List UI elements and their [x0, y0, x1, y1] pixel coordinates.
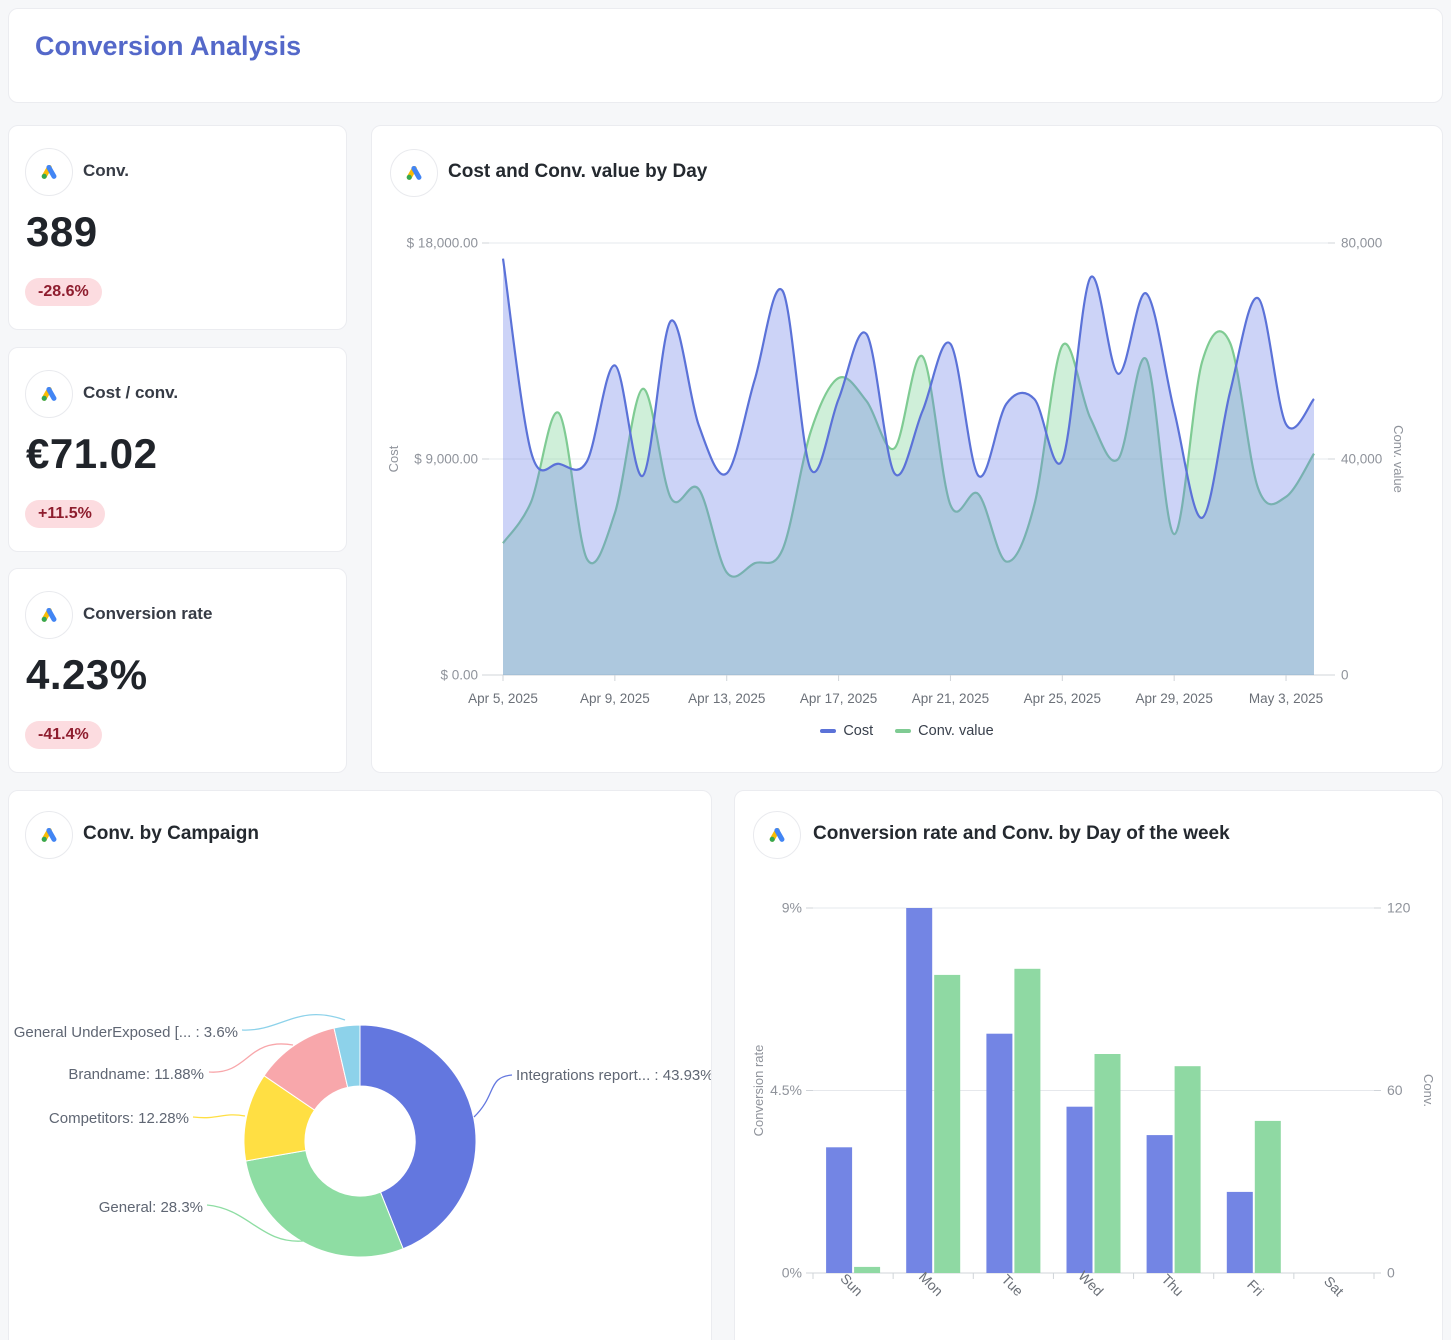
- google-ads-icon: [25, 148, 73, 196]
- legend-item-cost[interactable]: Cost: [820, 723, 873, 739]
- cost-conv-value-by-day-card: Cost and Conv. value by Day $ 0.00 $ 9,00…: [371, 125, 1443, 773]
- kpi-label: Conv.: [83, 161, 129, 181]
- y-left-tick-label: $ 0.00: [440, 668, 478, 683]
- kpi-card-cost-per-conv: Cost / conv. €71.02 +11.5%: [8, 347, 347, 552]
- chart-title: Conv. by Campaign: [83, 823, 259, 845]
- chart-title: Conversion rate and Conv. by Day of the …: [813, 823, 1230, 845]
- y-left-tick-label: $ 9,000.00: [414, 452, 478, 467]
- kpi-value: 389: [26, 208, 98, 256]
- y-left-axis-name: Cost: [386, 445, 401, 472]
- y-right-tick-label: 120: [1387, 900, 1411, 916]
- google-ads-logo: [36, 159, 62, 185]
- legend-marker: [820, 729, 836, 733]
- bar-conversion-rate-fri[interactable]: [1227, 1192, 1253, 1273]
- bar-conversion-rate-sun[interactable]: [826, 1147, 852, 1273]
- bar-conv-fri[interactable]: [1255, 1121, 1281, 1273]
- pie-label-competitors: Competitors: 12.28%: [49, 1110, 189, 1127]
- pie-label-general: General: 28.3%: [99, 1199, 203, 1216]
- google-ads-logo: [36, 602, 62, 628]
- legend-label: Cost: [843, 723, 873, 739]
- bar-conversion-rate-thu[interactable]: [1147, 1135, 1173, 1273]
- kpi-label: Cost / conv.: [83, 383, 178, 403]
- x-tick-label: May 3, 2025: [1249, 691, 1323, 706]
- bar-conv-thu[interactable]: [1175, 1066, 1201, 1273]
- pie-label-connector: [242, 1015, 345, 1030]
- kpi-label: Conversion rate: [83, 604, 212, 624]
- y-right-tick-label: 0: [1341, 668, 1349, 683]
- google-ads-logo: [401, 160, 427, 186]
- bar-conv-tue[interactable]: [1014, 969, 1040, 1273]
- legend-label: Conv. value: [918, 723, 994, 739]
- dashboard: Conversion Analysis Conv. 389 -28.6% Cos…: [0, 0, 1451, 1340]
- google-ads-logo: [764, 822, 790, 848]
- google-ads-logo: [36, 381, 62, 407]
- google-ads-icon: [753, 811, 801, 859]
- x-tick-label: Fri: [1244, 1276, 1267, 1299]
- kpi-card-conversion-rate: Conversion rate 4.23% -41.4%: [8, 568, 347, 773]
- google-ads-icon: [25, 591, 73, 639]
- google-ads-icon: [25, 811, 73, 859]
- header-card: Conversion Analysis: [8, 8, 1443, 103]
- bar-conv-wed[interactable]: [1095, 1054, 1121, 1273]
- pie-label-connector: [474, 1075, 512, 1117]
- x-tick-label: Tue: [999, 1271, 1027, 1299]
- y-right-axis-name: Conv.: [1421, 1074, 1436, 1107]
- kpi-value: 4.23%: [26, 651, 148, 699]
- y-right-tick-label: 60: [1387, 1082, 1403, 1098]
- kpi-value: €71.02: [26, 430, 157, 478]
- x-tick-label: Apr 25, 2025: [1024, 691, 1101, 706]
- kpi-card-conversions: Conv. 389 -28.6%: [8, 125, 347, 330]
- cost-conv-area-chart: $ 0.00 $ 9,000.00 $ 18,000.00 0 40,000 80,000…: [372, 126, 1442, 772]
- y-right-tick-label: 40,000: [1341, 452, 1382, 467]
- page-title: Conversion Analysis: [35, 31, 301, 62]
- y-left-axis-name: Conversion rate: [751, 1045, 766, 1137]
- x-tick-label: Thu: [1158, 1271, 1186, 1299]
- pie-label-integrations: Integrations report... : 43.93%: [516, 1067, 711, 1084]
- google-ads-icon: [390, 149, 438, 197]
- bar-conv-sun[interactable]: [854, 1267, 880, 1273]
- x-tick-label: Apr 5, 2025: [468, 691, 538, 706]
- conv-rate-weekday-bar-chart: 0%4.5%9%060120Conversion rateConv.SunMon…: [735, 791, 1442, 1339]
- pie-label-connector: [193, 1115, 245, 1118]
- pie-slice-general[interactable]: [246, 1151, 403, 1258]
- y-right-tick-label: 0: [1387, 1265, 1395, 1281]
- kpi-delta-badge: +11.5%: [25, 500, 105, 528]
- y-left-tick-label: 9%: [782, 900, 802, 916]
- x-tick-label: Apr 13, 2025: [688, 691, 765, 706]
- y-left-tick-label: 4.5%: [770, 1082, 802, 1098]
- legend-marker: [895, 729, 911, 733]
- conv-by-campaign-donut-chart: Integrations report... : 43.93% General: …: [9, 791, 711, 1339]
- bar-conversion-rate-mon[interactable]: [906, 908, 932, 1273]
- kpi-delta-badge: -28.6%: [25, 278, 102, 306]
- google-ads-logo: [36, 822, 62, 848]
- x-tick-label: Apr 29, 2025: [1136, 691, 1213, 706]
- x-tick-label: Apr 17, 2025: [800, 691, 877, 706]
- x-tick-label: Sun: [837, 1270, 866, 1299]
- bar-conversion-rate-wed[interactable]: [1067, 1107, 1093, 1273]
- conv-by-campaign-card: Conv. by Campaign Integrations report...…: [8, 790, 712, 1340]
- chart-legend: Cost Conv. value: [372, 723, 1442, 739]
- kpi-delta-badge: -41.4%: [25, 721, 102, 749]
- x-tick-label: Apr 21, 2025: [912, 691, 989, 706]
- y-left-tick-label: $ 18,000.00: [407, 236, 478, 251]
- conv-rate-by-weekday-card: Conversion rate and Conv. by Day of the …: [734, 790, 1443, 1340]
- y-right-tick-label: 80,000: [1341, 236, 1382, 251]
- chart-title: Cost and Conv. value by Day: [448, 161, 707, 183]
- y-right-axis-name: Conv. value: [1391, 425, 1406, 493]
- pie-label-brandname: Brandname: 11.88%: [68, 1066, 204, 1083]
- bar-conv-mon[interactable]: [934, 975, 960, 1273]
- legend-item-conv-value[interactable]: Conv. value: [895, 723, 994, 739]
- x-tick-label: Sat: [1321, 1273, 1347, 1299]
- y-left-tick-label: 0%: [782, 1265, 802, 1281]
- google-ads-icon: [25, 370, 73, 418]
- pie-label-general-underexposed: General UnderExposed [... : 3.6%: [14, 1024, 238, 1041]
- bar-conversion-rate-tue[interactable]: [986, 1034, 1012, 1273]
- x-tick-label: Apr 9, 2025: [580, 691, 650, 706]
